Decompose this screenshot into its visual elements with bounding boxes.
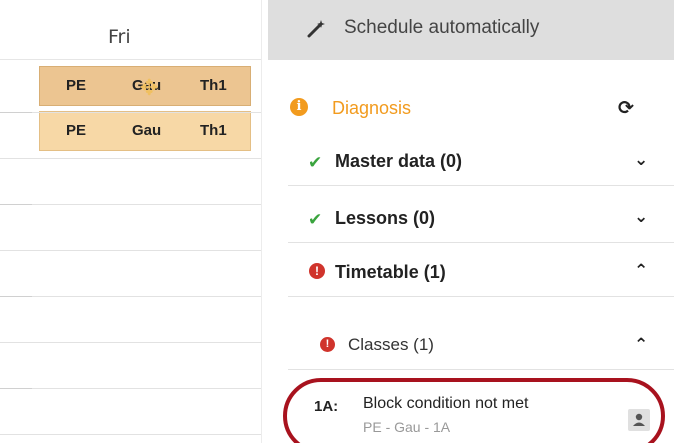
schedule-automatically-label: Schedule automatically [344,17,540,38]
grid-line [0,296,262,297]
lesson-subject: PE [66,122,87,139]
lesson-subject: PE [66,77,87,94]
grid-tick [0,112,32,113]
info-circle-icon: i [290,98,308,116]
move-icon[interactable]: ✥ [140,77,158,99]
grid-line [0,388,262,389]
chevron-up-icon[interactable]: ⌃ [634,335,648,355]
check-icon: ✔ [308,210,323,229]
diagnosis-section-master-data[interactable]: ✔ Master data (0) ⌄ [288,140,674,186]
panel-divider [261,0,262,443]
timetable-grid: Fri PE Gau Th1 ✥ PE Gau Th1 [0,0,262,443]
lesson-teacher: Gau [132,122,162,139]
grid-tick [0,388,32,389]
day-column-header: Fri [0,0,262,60]
grid-line [0,204,262,205]
lesson-room: Th1 [200,77,227,94]
section-label: Lessons (0) [335,208,436,228]
chevron-up-icon[interactable]: ⌃ [634,261,648,281]
grid-line [0,112,262,113]
lesson-card-selected[interactable]: PE Gau Th1 ✥ [39,66,251,106]
lesson-room: Th1 [200,122,227,139]
exclamation-circle-icon: ! [309,263,325,279]
grid-line [0,250,262,251]
grid-line [0,158,262,159]
subsection-label: Classes (1) [348,335,434,354]
grid-line [0,434,262,435]
highlight-ring [283,378,665,443]
grid-tick [0,204,32,205]
refresh-icon[interactable]: ⟳ [618,97,634,120]
grid-line [0,342,262,343]
grid-tick [0,296,32,297]
schedule-automatically-button[interactable]: Schedule automatically [268,0,674,60]
diagnosis-header: i Diagnosis ⟳ [262,88,674,134]
section-label: Master data (0) [335,151,463,171]
exclamation-circle-icon: ! [320,337,335,352]
chevron-down-icon[interactable]: ⌄ [634,207,648,227]
diagnosis-title: Diagnosis [332,98,412,118]
diagnosis-section-lessons[interactable]: ✔ Lessons (0) ⌄ [288,197,674,243]
section-label: Timetable (1) [335,262,446,282]
diagnosis-subsection-classes[interactable]: ! Classes (1) ⌃ [288,322,674,370]
day-label: Fri [108,26,131,48]
chevron-down-icon[interactable]: ⌄ [634,150,648,170]
lesson-card[interactable]: PE Gau Th1 [39,111,251,151]
diagnosis-section-timetable[interactable]: ! Timetable (1) ⌃ [288,251,674,297]
magic-wand-icon [307,20,325,38]
check-icon: ✔ [308,153,323,172]
